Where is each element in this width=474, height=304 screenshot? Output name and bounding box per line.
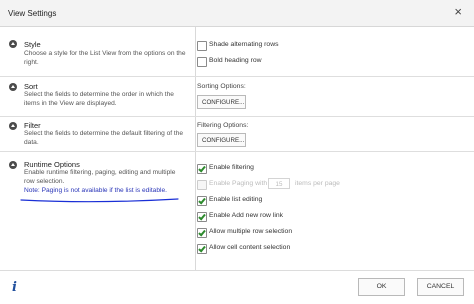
sort-options: Sorting Options: CONFIGURE...: [197, 77, 474, 117]
handwritten-underline: [20, 198, 179, 203]
enable-add-new-row-link-checkbox[interactable]: [197, 212, 207, 222]
collapse-filter-icon[interactable]: [9, 122, 17, 130]
filter-description: Select the fields to determine the defau…: [24, 130, 184, 146]
sort-section-info: Sort Select the fields to determine the …: [0, 77, 195, 117]
dialog-footer: i OK CANCEL: [0, 270, 474, 304]
allow-cell-content-selection-checkbox[interactable]: [197, 244, 207, 254]
column-divider: [195, 77, 196, 117]
sort-section: Sort Select the fields to determine the …: [0, 77, 474, 117]
info-icon[interactable]: i: [12, 280, 17, 295]
enable-list-editing-checkbox[interactable]: [197, 196, 207, 206]
style-options: Shade alternating rows Bold heading row: [197, 27, 474, 77]
title-bar: View Settings ×: [0, 0, 474, 27]
style-title: Style: [24, 40, 41, 49]
sort-description: Select the fields to determine the order…: [24, 91, 174, 107]
allow-cell-content-selection-label: Allow cell content selection: [209, 244, 291, 251]
sort-configure-button[interactable]: CONFIGURE...: [197, 95, 246, 109]
enable-paging-option: Enable Paging with 15 items per page: [197, 178, 357, 190]
filter-section: Filter Select the fields to determine th…: [0, 117, 474, 152]
allow-multiple-row-selection-checkbox[interactable]: [197, 228, 207, 238]
bold-heading-row-checkbox[interactable]: [197, 57, 207, 67]
paging-note: Note: Paging is not available if the lis…: [24, 187, 167, 194]
style-section: Style Choose a style for the List View f…: [0, 27, 474, 77]
column-divider: [195, 152, 196, 270]
enable-add-new-row-link-label: Enable Add new row link: [209, 212, 284, 219]
column-divider: [195, 117, 196, 152]
items-per-page-label: items per page: [295, 180, 340, 187]
style-description: Choose a style for the List View from th…: [24, 50, 186, 66]
collapse-runtime-icon[interactable]: [9, 161, 17, 169]
enable-list-editing-label: Enable list editing: [209, 196, 263, 203]
collapse-style-icon[interactable]: [9, 40, 17, 48]
dialog-title: View Settings: [8, 9, 57, 18]
runtime-section-info: Runtime Options Enable runtime filtering…: [0, 152, 195, 270]
cancel-button[interactable]: CANCEL: [417, 278, 464, 296]
filter-options: Filtering Options: CONFIGURE...: [197, 117, 474, 152]
enable-paging-label: Enable Paging with: [209, 180, 268, 187]
filter-section-info: Filter Select the fields to determine th…: [0, 117, 195, 152]
allow-multiple-row-selection-label: Allow multiple row selection: [209, 228, 293, 235]
sorting-options-label: Sorting Options:: [197, 83, 246, 90]
close-icon[interactable]: ×: [454, 5, 462, 18]
style-section-info: Style Choose a style for the List View f…: [0, 27, 195, 77]
column-divider: [195, 27, 196, 77]
runtime-options-section: Runtime Options Enable runtime filtering…: [0, 152, 474, 270]
runtime-options: Enable filtering Enable Paging with 15 i…: [197, 152, 474, 270]
enable-filtering-label: Enable filtering: [209, 164, 254, 171]
bold-heading-row-label: Bold heading row: [209, 57, 262, 64]
shade-alternating-rows-checkbox[interactable]: [197, 41, 207, 51]
items-per-page-input: 15: [268, 178, 290, 189]
collapse-sort-icon[interactable]: [9, 83, 17, 91]
filter-configure-button[interactable]: CONFIGURE...: [197, 133, 246, 147]
filtering-options-label: Filtering Options:: [197, 122, 249, 129]
view-settings-dialog: View Settings × Style Choose a style for…: [0, 0, 474, 304]
shade-alternating-rows-label: Shade alternating rows: [209, 41, 279, 48]
enable-paging-checkbox: [197, 180, 207, 190]
enable-filtering-checkbox[interactable]: [197, 164, 207, 174]
runtime-options-description: Enable runtime filtering, paging, editin…: [24, 169, 176, 185]
ok-button[interactable]: OK: [358, 278, 405, 296]
